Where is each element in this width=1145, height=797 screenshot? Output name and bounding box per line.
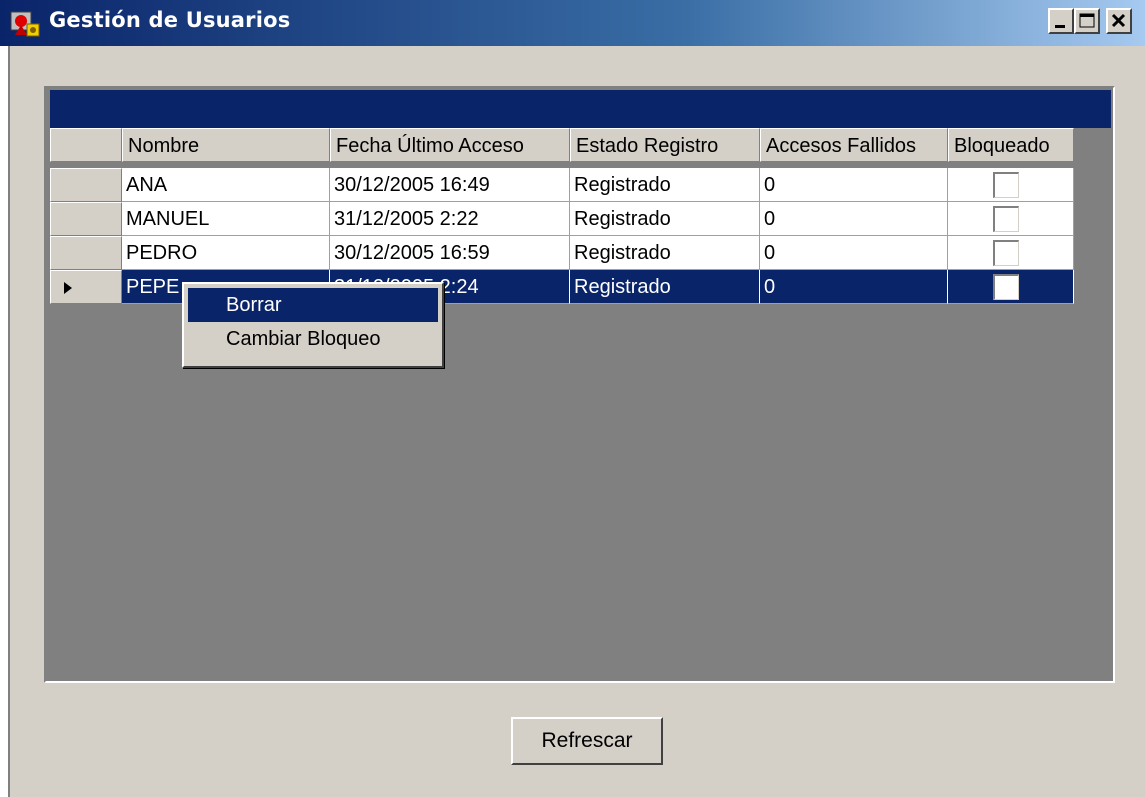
refresh-button[interactable]: Refrescar (511, 717, 663, 765)
cell-fallidos[interactable]: 0 (760, 270, 948, 304)
users-app-icon (10, 11, 40, 37)
cell-bloqueado[interactable] (948, 168, 1074, 202)
cell-fecha[interactable]: 30/12/2005 16:59 (330, 236, 570, 270)
cell-estado[interactable]: Registrado (570, 168, 760, 202)
column-header-bloqueado[interactable]: Bloqueado (948, 128, 1074, 162)
cell-fallidos[interactable]: 0 (760, 168, 948, 202)
cell-fecha[interactable]: 31/12/2005 2:22 (330, 202, 570, 236)
bloqueado-checkbox[interactable] (993, 206, 1019, 232)
bloqueado-checkbox[interactable] (993, 172, 1019, 198)
cell-fallidos[interactable]: 0 (760, 236, 948, 270)
context-menu: Borrar Cambiar Bloqueo (182, 282, 444, 368)
column-header-fallidos[interactable]: Accesos Fallidos (760, 128, 948, 162)
row-header-corner (50, 128, 122, 162)
users-datagrid[interactable]: Nombre Fecha Último Acceso Estado Regist… (44, 86, 1115, 683)
cell-bloqueado[interactable] (948, 202, 1074, 236)
cell-fallidos[interactable]: 0 (760, 202, 948, 236)
title-bar[interactable]: Gestión de Usuarios (0, 0, 1145, 46)
close-button[interactable] (1106, 8, 1132, 34)
minimize-icon (1055, 25, 1065, 28)
maximize-icon (1079, 13, 1095, 28)
column-header-fecha[interactable]: Fecha Último Acceso (330, 128, 570, 162)
bloqueado-checkbox[interactable] (993, 274, 1019, 300)
column-header-nombre[interactable]: Nombre (122, 128, 330, 162)
menu-item-borrar[interactable]: Borrar (188, 288, 438, 322)
row-header[interactable] (50, 168, 122, 202)
cell-estado[interactable]: Registrado (570, 270, 760, 304)
column-header-estado[interactable]: Estado Registro (570, 128, 760, 162)
cell-estado[interactable]: Registrado (570, 202, 760, 236)
cell-fecha[interactable]: 30/12/2005 16:49 (330, 168, 570, 202)
menu-item-cambiar-bloqueo[interactable]: Cambiar Bloqueo (188, 322, 438, 356)
cell-bloqueado[interactable] (948, 236, 1074, 270)
minimize-button[interactable] (1048, 8, 1074, 34)
window-title: Gestión de Usuarios (49, 8, 291, 32)
grid-caption-bar (50, 90, 1111, 128)
row-header[interactable] (50, 236, 122, 270)
cell-bloqueado[interactable] (948, 270, 1074, 304)
window-border (0, 46, 8, 797)
cell-nombre[interactable]: ANA (122, 168, 330, 202)
row-header-current[interactable] (50, 270, 122, 304)
bloqueado-checkbox[interactable] (993, 240, 1019, 266)
user-management-window: Gestión de Usuarios Nombre Fecha Último … (0, 0, 1145, 797)
cell-estado[interactable]: Registrado (570, 236, 760, 270)
window-border-shadow (8, 46, 10, 797)
maximize-button[interactable] (1074, 8, 1100, 34)
cell-nombre[interactable]: PEDRO (122, 236, 330, 270)
current-row-arrow-icon (64, 282, 72, 294)
row-header[interactable] (50, 202, 122, 236)
cell-nombre[interactable]: MANUEL (122, 202, 330, 236)
close-icon (1111, 13, 1126, 28)
